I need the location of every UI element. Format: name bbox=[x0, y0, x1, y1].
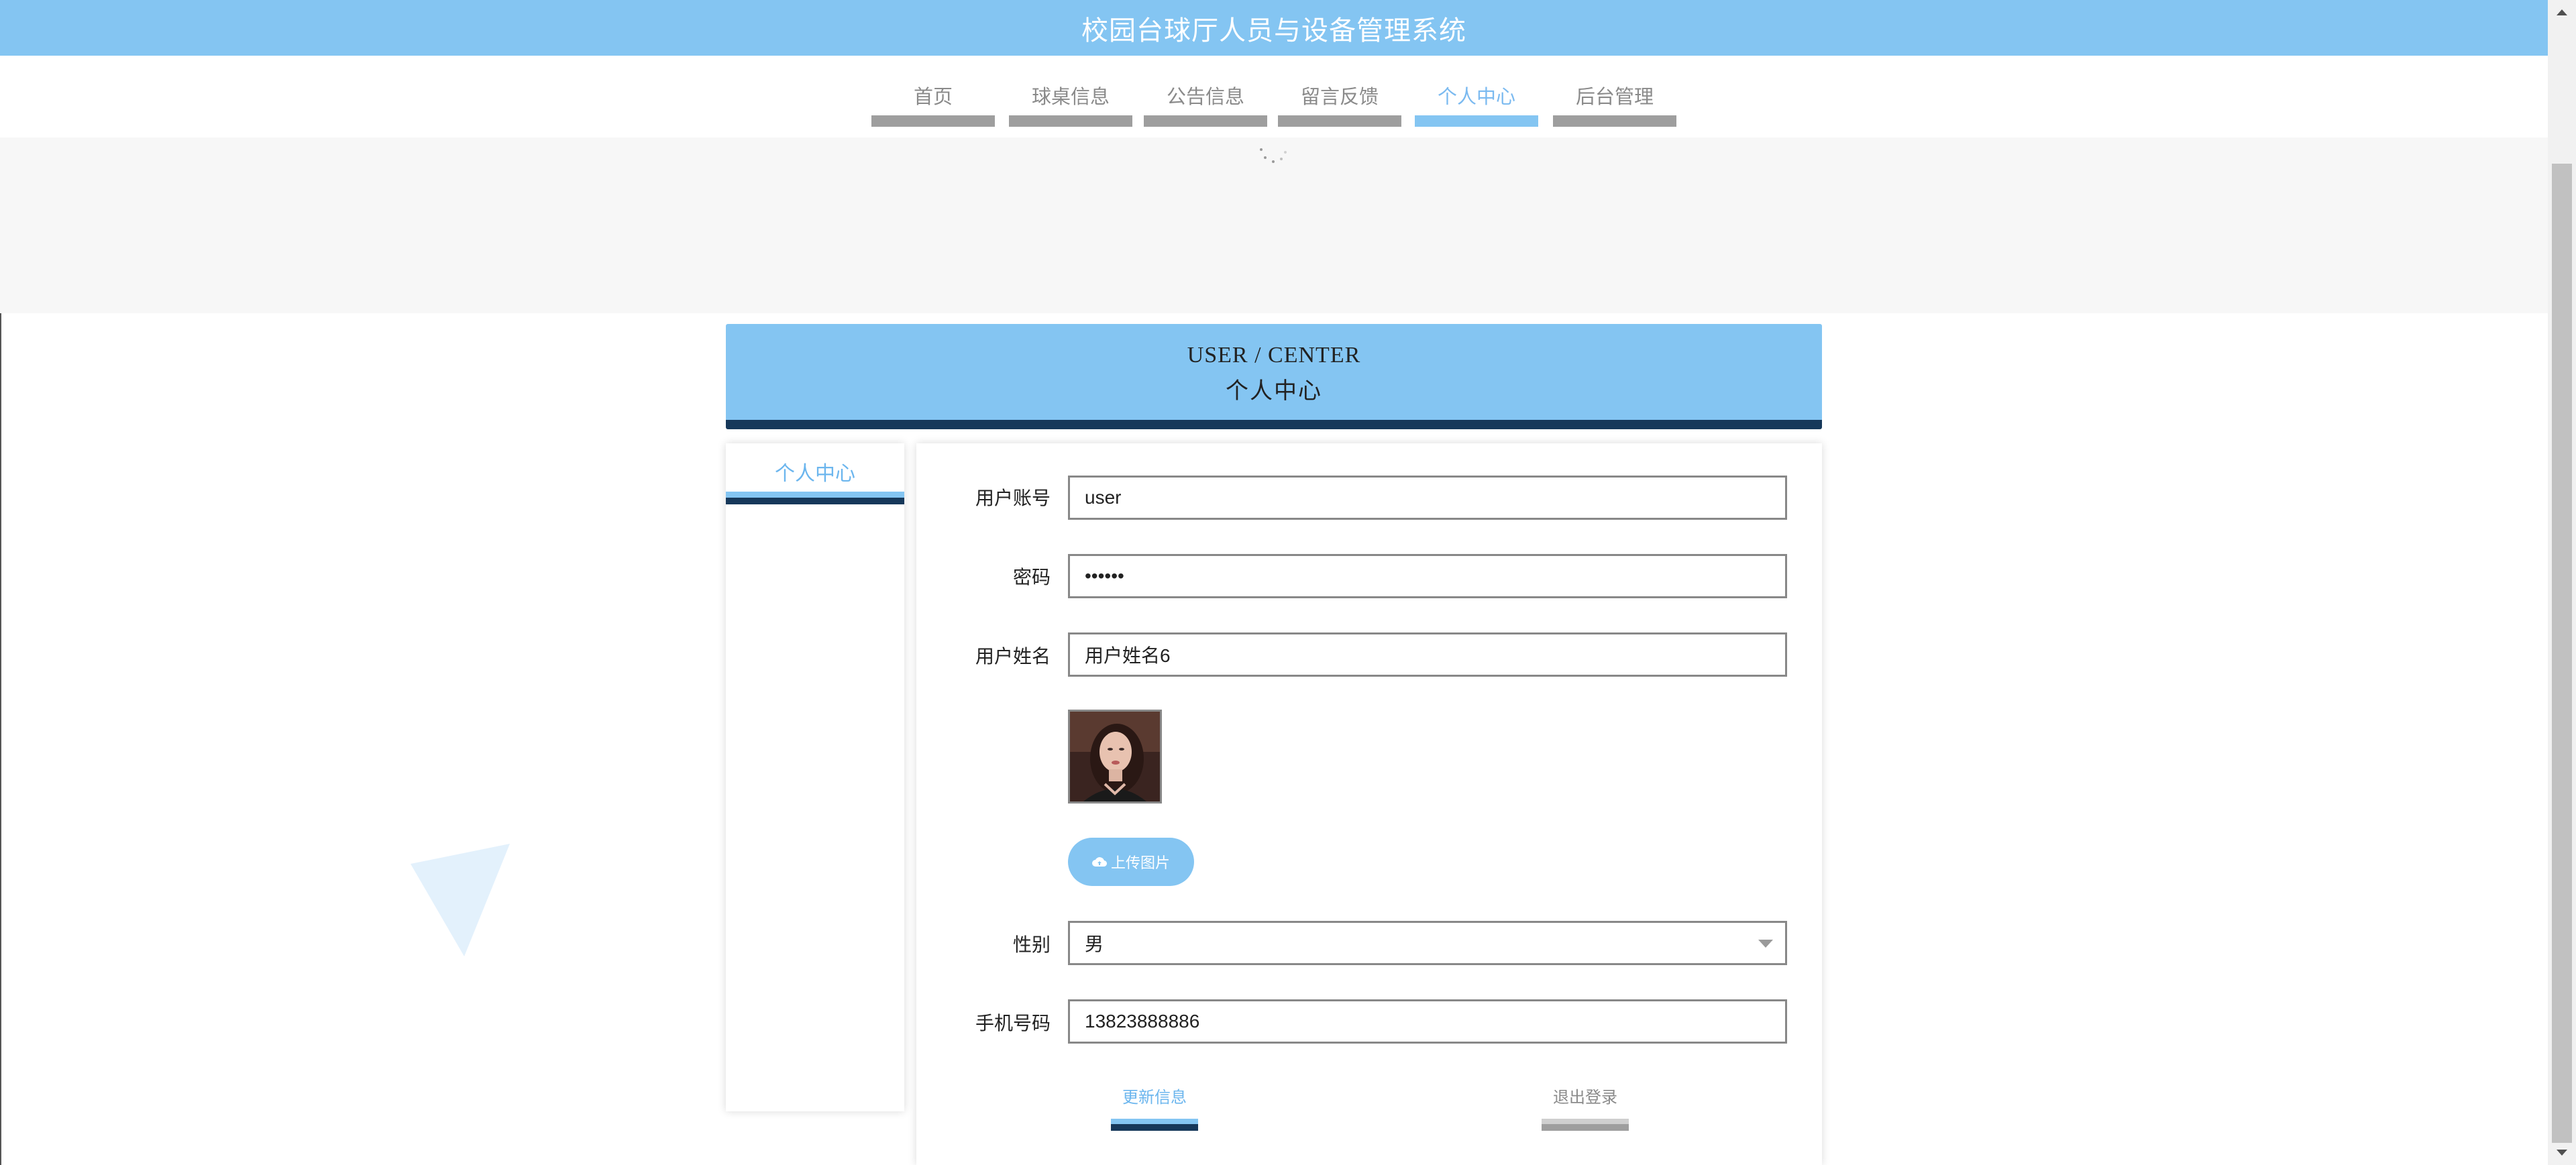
name-label: 用户姓名 bbox=[975, 646, 1051, 667]
section-title-zh: 个人中心 bbox=[1226, 379, 1322, 404]
update-info-label: 更新信息 bbox=[1122, 1089, 1187, 1107]
nav-underline bbox=[1278, 115, 1401, 127]
avatar bbox=[1068, 710, 1162, 803]
nav-item-home[interactable]: 首页 bbox=[871, 56, 995, 127]
vertical-scrollbar[interactable] bbox=[2548, 0, 2576, 1165]
password-label: 密码 bbox=[1012, 567, 1051, 588]
nav-underline bbox=[1144, 115, 1267, 127]
scroll-up-arrow-icon[interactable] bbox=[2557, 9, 2567, 15]
nav-item-label: 个人中心 bbox=[1437, 87, 1515, 108]
name-field[interactable]: 用户姓名6 bbox=[1068, 632, 1787, 677]
gender-select[interactable]: 男 bbox=[1068, 921, 1787, 965]
gender-label: 性别 bbox=[1012, 934, 1051, 955]
left-frame-line bbox=[0, 313, 1, 1165]
nav-item-announcements[interactable]: 公告信息 bbox=[1144, 56, 1267, 127]
sidebar-item-bar-dark bbox=[726, 498, 904, 504]
section-header: USER / CENTER 个人中心 bbox=[726, 324, 1822, 429]
profile-form-card: 用户账号 user 密码 •••••• 用户姓名 用户姓名6 上传图片 性别 男… bbox=[916, 443, 1822, 1165]
nav-item-label: 球桌信息 bbox=[1031, 87, 1110, 108]
sidebar-card: 个人中心 bbox=[726, 443, 904, 1111]
account-field[interactable]: user bbox=[1068, 476, 1787, 520]
nav-item-label: 留言反馈 bbox=[1300, 87, 1379, 108]
nav-underline bbox=[1009, 115, 1132, 127]
nav-item-admin[interactable]: 后台管理 bbox=[1553, 56, 1676, 127]
nav-underline bbox=[1553, 115, 1676, 127]
account-label: 用户账号 bbox=[975, 488, 1051, 508]
nav-underline bbox=[871, 115, 995, 127]
upload-image-label: 上传图片 bbox=[1110, 854, 1170, 871]
nav-item-feedback[interactable]: 留言反馈 bbox=[1278, 56, 1401, 127]
nav-item-label: 后台管理 bbox=[1575, 87, 1654, 108]
site-title: 校园台球厅人员与设备管理系统 bbox=[1081, 15, 1466, 46]
main-nav: 首页 球桌信息 公告信息 留言反馈 个人中心 后台管理 bbox=[0, 56, 2548, 137]
section-title-en: USER / CENTER bbox=[1187, 343, 1361, 368]
chevron-down-icon bbox=[1758, 940, 1773, 948]
sidebar-item-bar bbox=[726, 492, 904, 498]
phone-label: 手机号码 bbox=[975, 1013, 1051, 1034]
nav-underline bbox=[1415, 115, 1538, 127]
update-info-button[interactable]: 更新信息 bbox=[1111, 1084, 1198, 1131]
banner-area bbox=[0, 137, 2548, 313]
logout-bar-dark bbox=[1542, 1124, 1629, 1131]
gender-value: 男 bbox=[1085, 934, 1104, 954]
phone-field[interactable]: 13823888886 bbox=[1068, 999, 1787, 1044]
update-bar-light bbox=[1111, 1119, 1198, 1124]
nav-item-user-center[interactable]: 个人中心 bbox=[1415, 56, 1538, 127]
nav-item-label: 首页 bbox=[913, 87, 953, 108]
loading-spinner-icon bbox=[1256, 144, 1289, 171]
upload-image-button[interactable]: 上传图片 bbox=[1068, 838, 1194, 886]
nav-item-label: 公告信息 bbox=[1166, 87, 1244, 108]
logout-bar-light bbox=[1542, 1119, 1629, 1124]
logout-button[interactable]: 退出登录 bbox=[1542, 1084, 1629, 1131]
sidebar-item-user-center[interactable]: 个人中心 bbox=[726, 443, 904, 505]
scroll-down-arrow-icon[interactable] bbox=[2557, 1150, 2567, 1156]
decorative-triangle bbox=[411, 844, 510, 956]
password-field[interactable]: •••••• bbox=[1068, 554, 1787, 598]
top-header: 校园台球厅人员与设备管理系统 bbox=[0, 0, 2548, 56]
cloud-upload-icon bbox=[1092, 857, 1107, 867]
scrollbar-thumb[interactable] bbox=[2552, 164, 2572, 1143]
sidebar-item-label: 个人中心 bbox=[775, 463, 855, 485]
nav-item-tables[interactable]: 球桌信息 bbox=[1009, 56, 1132, 127]
update-bar-dark bbox=[1111, 1124, 1198, 1131]
logout-label: 退出登录 bbox=[1553, 1089, 1617, 1107]
